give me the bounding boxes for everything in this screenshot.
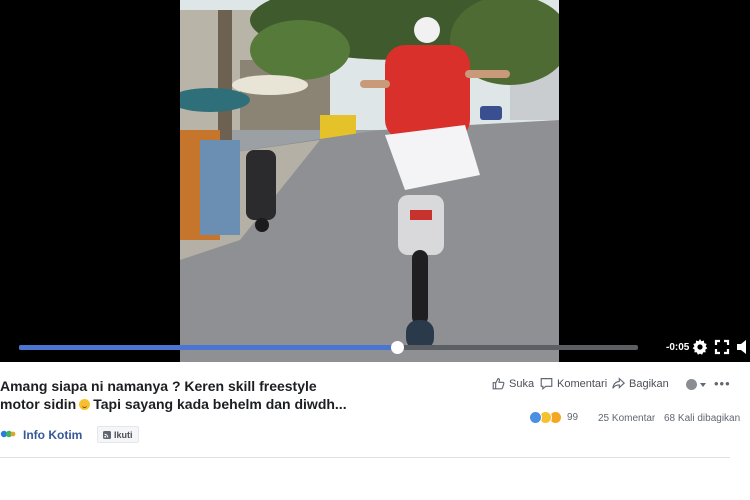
audience-avatar[interactable] [686,379,697,390]
comments-count-link[interactable]: 25 Komentar [598,413,655,424]
post-divider [0,457,730,458]
reactions-summary[interactable]: 99 [529,411,578,424]
post-caption: Amang siapa ni namanya ? Keren skill fre… [0,377,380,413]
caption-line-2-end: Tapi sayang kada behelm dan diwdh... [93,396,347,412]
caption-line-1: Amang siapa ni namanya ? Keren skill fre… [0,378,317,394]
fullscreen-icon [714,339,730,355]
shares-count-link[interactable]: 68 Kali dibagikan [664,413,740,424]
follow-label: Ikuti [114,429,133,440]
caption-line-2-start: motor sidin [0,396,77,412]
follow-button[interactable]: Ikuti [97,426,139,443]
video-player[interactable]: -0:05 [0,0,750,362]
time-remaining: -0:05 [666,342,690,353]
progress-scrubber-handle[interactable] [390,341,404,354]
comment-label: Komentari [557,377,608,390]
share-button[interactable]: Bagikan [612,377,669,390]
share-arrow-icon [612,377,625,389]
page-logo-icon[interactable] [0,428,16,440]
speech-bubble-icon [540,378,553,390]
page-name-link[interactable]: Info Kotim [23,428,82,442]
fullscreen-button[interactable] [714,339,730,355]
reaction-count: 99 [567,412,579,423]
like-button[interactable]: Suka [492,377,534,390]
volume-button[interactable] [736,339,750,355]
video-frame[interactable] [180,0,559,362]
rss-icon [103,430,111,439]
share-label: Bagikan [629,377,669,390]
thumbs-up-icon [492,378,505,390]
video-still [180,0,559,362]
chevron-down-icon[interactable] [700,383,706,387]
like-reaction-icon [529,411,542,424]
volume-icon [737,340,746,354]
like-label: Suka [509,377,535,390]
progress-bar[interactable] [19,341,638,354]
comment-button[interactable]: Komentari [540,377,607,390]
gear-icon [692,339,708,355]
progress-fill [19,345,397,350]
more-options-icon[interactable]: ••• [714,376,731,391]
settings-button[interactable] [692,339,708,355]
smile-emoji-icon [79,399,91,410]
